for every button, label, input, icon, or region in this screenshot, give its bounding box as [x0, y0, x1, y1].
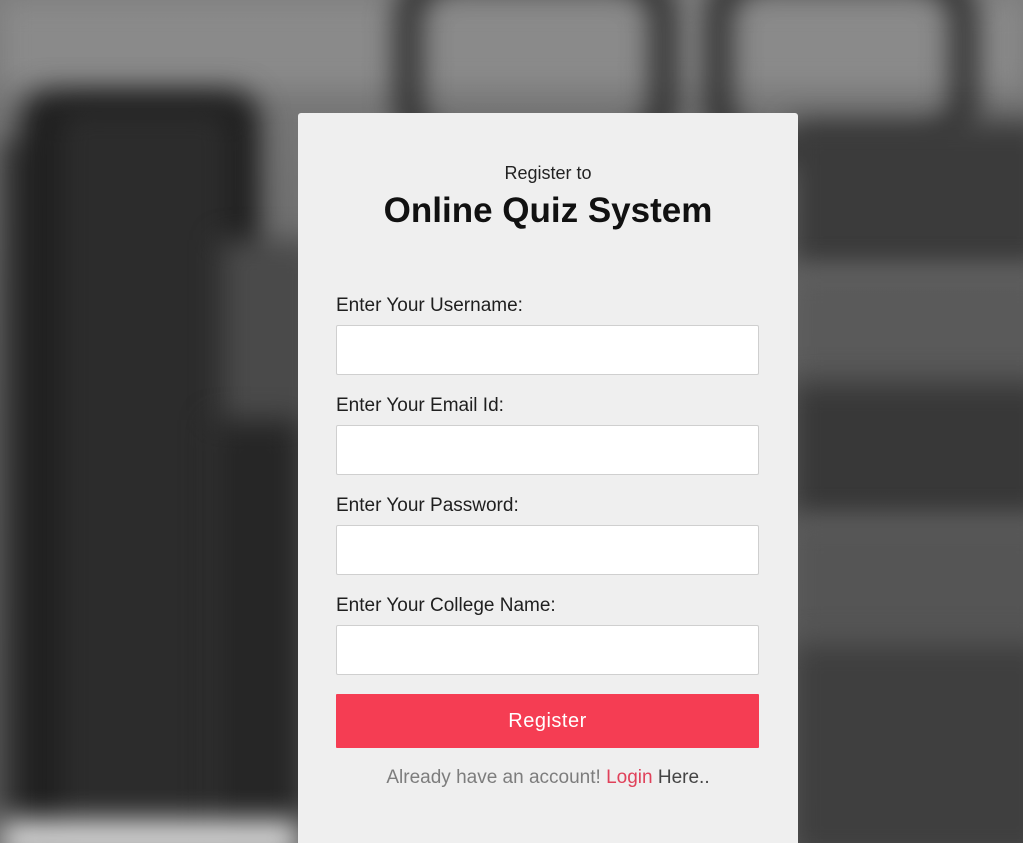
background-paper [0, 820, 300, 843]
background-book-stack [790, 120, 1023, 270]
registration-card: Register to Online Quiz System Enter You… [298, 113, 798, 843]
password-input[interactable] [336, 525, 759, 575]
register-button[interactable]: Register [336, 694, 759, 748]
login-suffix-text: Here.. [657, 767, 710, 788]
background-book-stack [790, 270, 1023, 390]
login-prompt: Already have an account! Login Here.. [298, 767, 798, 789]
username-label: Enter Your Username: [336, 295, 523, 316]
background-book [60, 110, 230, 843]
email-input[interactable] [336, 425, 759, 475]
email-label: Enter Your Email Id: [336, 395, 504, 416]
background-book-stack [790, 520, 1023, 640]
background-book [210, 420, 300, 843]
background-book-stack [790, 380, 1023, 520]
username-input[interactable] [336, 325, 759, 375]
college-name-input[interactable] [336, 625, 759, 675]
college-name-label: Enter Your College Name: [336, 595, 556, 616]
login-link[interactable]: Login [606, 767, 653, 788]
page-subtitle: Register to [504, 163, 592, 183]
page-title: Online Quiz System [383, 191, 713, 230]
background-book-stack [790, 640, 1023, 843]
password-label: Enter Your Password: [336, 495, 519, 516]
login-prompt-text: Already have an account! [386, 767, 601, 788]
